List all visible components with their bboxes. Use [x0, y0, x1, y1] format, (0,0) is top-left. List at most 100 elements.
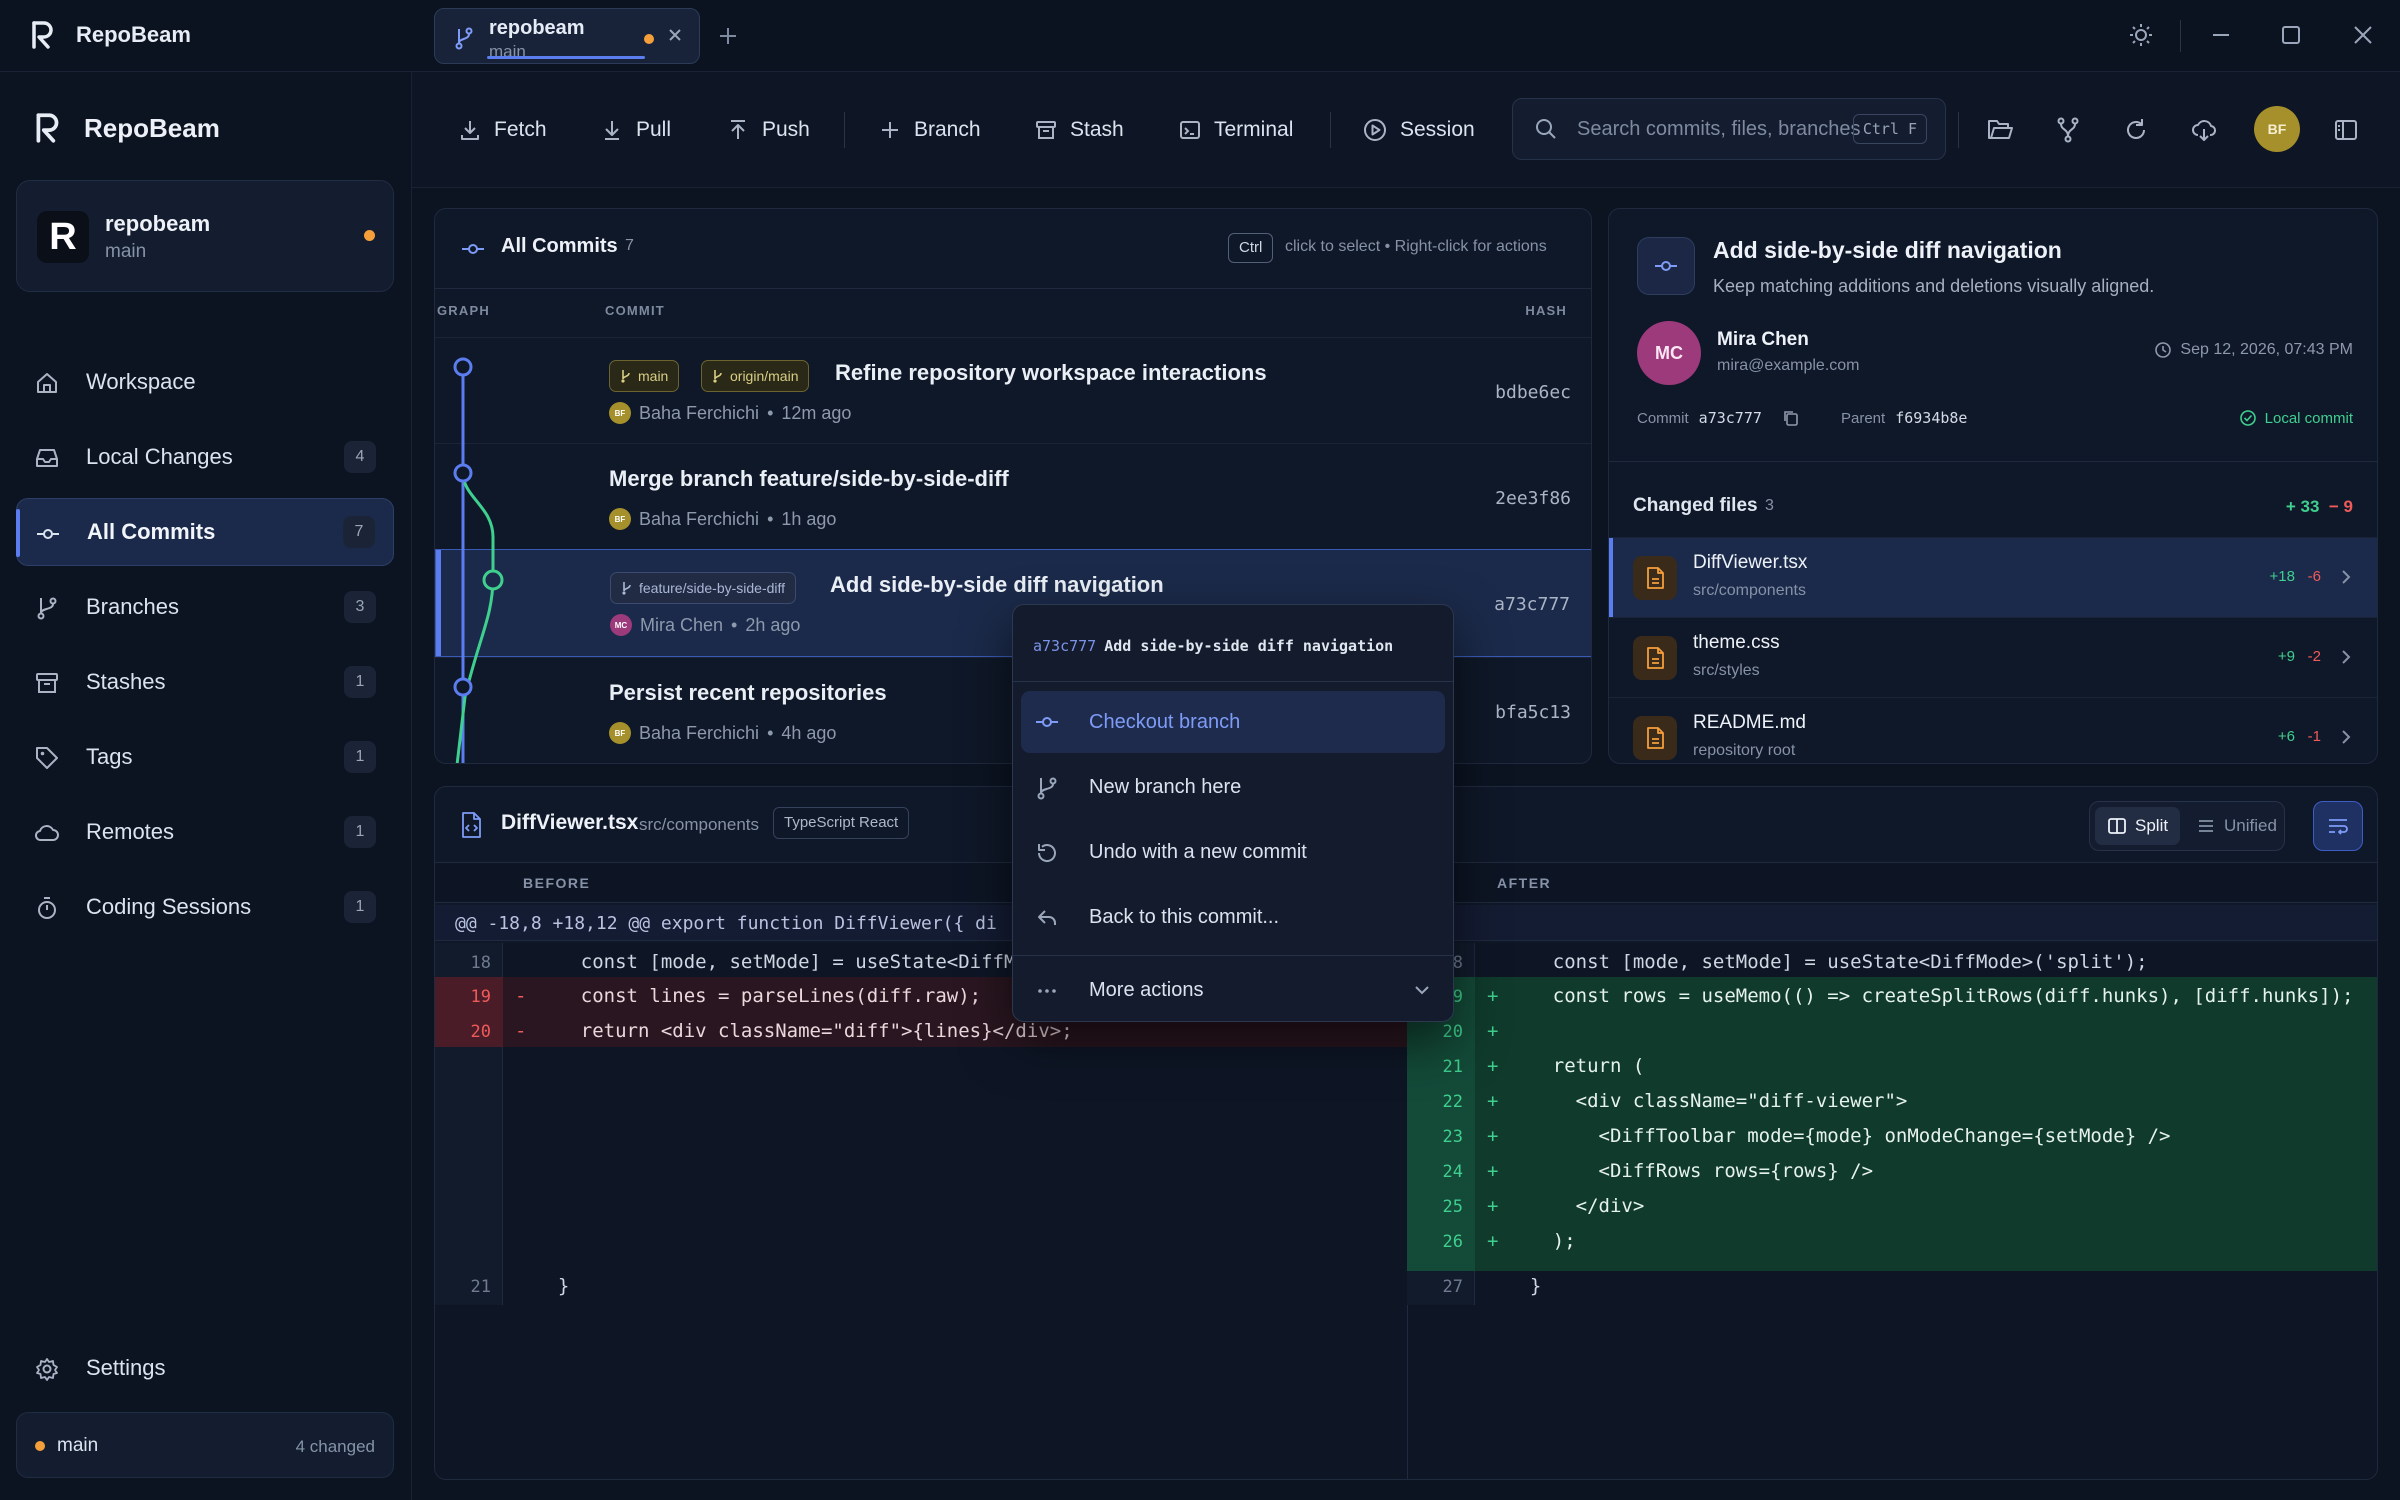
file-deletions: -6 [2307, 568, 2321, 585]
before-label: BEFORE [523, 875, 591, 891]
sidebar-item-local-changes[interactable]: Local Changes 4 [16, 423, 394, 491]
sidebar-item-coding-sessions[interactable]: Coding Sessions 1 [16, 873, 394, 941]
status-branch: main [57, 1435, 99, 1456]
count-badge: 7 [343, 516, 375, 548]
terminal-button[interactable]: Terminal [1178, 110, 1293, 150]
ref-badge-main[interactable]: main [609, 360, 680, 392]
merge-icon[interactable] [2054, 116, 2082, 144]
branch-status[interactable]: main 4 changed [16, 1412, 394, 1478]
split-view-button[interactable]: Split [2095, 807, 2181, 845]
close-tab-icon[interactable] [667, 27, 683, 43]
commit-row[interactable]: main origin/main Refine repository works… [435, 337, 1591, 443]
details-title: Add side-by-side diff navigation [1713, 237, 2062, 263]
close-window-icon[interactable] [2350, 22, 2376, 48]
file-additions: +9 [2277, 648, 2295, 665]
sidebar-item-stashes[interactable]: Stashes 1 [16, 648, 394, 716]
user-avatar[interactable]: BF [2254, 106, 2300, 152]
arrow-up-icon [731, 120, 745, 139]
refresh-icon[interactable] [2122, 116, 2150, 144]
commit-author: Mira Chen [640, 614, 724, 635]
file-icon-box [1633, 716, 1677, 760]
author-name: Mira Chen [1717, 329, 1809, 350]
selection-hint: click to select • Right-click for action… [1285, 238, 1547, 255]
divider [1609, 461, 2377, 462]
context-menu-header: a73c777 Add side-by-side diff navigation [1033, 637, 1393, 655]
commit-row[interactable]: Merge branch feature/side-by-side-diff B… [435, 443, 1591, 549]
pull-button[interactable]: Pull [600, 110, 671, 150]
menu-item-new-branch[interactable]: New branch here [1021, 756, 1445, 818]
reply-icon [1038, 910, 1056, 925]
minimize-icon[interactable] [2208, 22, 2234, 48]
fetch-button[interactable]: Fetch [458, 110, 547, 150]
line-number: 18 [470, 953, 491, 973]
commit-time: 4h ago [781, 722, 837, 743]
commit-hash-value: a73c777 [1698, 409, 1762, 427]
view-mode-toggle: Split Unified [2089, 801, 2285, 851]
push-button[interactable]: Push [726, 110, 810, 150]
file-additions: +6 [2277, 728, 2295, 745]
file-icon [1647, 727, 1664, 749]
diff-marker: + [1487, 1230, 1499, 1252]
repo-switcher[interactable]: R repobeam main [16, 180, 394, 292]
sidebar-item-remotes[interactable]: Remotes 1 [16, 798, 394, 866]
cloud-download-icon[interactable] [2190, 116, 2218, 144]
repobeam-logo-icon [36, 113, 59, 143]
sidebar-item-label: Local Changes [86, 444, 233, 469]
context-menu: a73c777 Add side-by-side diff navigation … [1012, 604, 1454, 1022]
commit-hash: 2ee3f86 [1495, 488, 1571, 509]
line-number: 21 [1442, 1057, 1463, 1077]
commit-author: Baha Ferchichi [639, 402, 760, 423]
file-row-selected[interactable]: DiffViewer.tsx src/components +18 -6 [1609, 537, 2377, 617]
menu-item-back-to-commit[interactable]: Back to this commit... [1021, 886, 1445, 948]
file-deletions: -2 [2307, 648, 2321, 665]
sidebar-item-label: Coding Sessions [86, 894, 252, 919]
author-avatar: BF [609, 508, 631, 530]
search-input[interactable]: Search commits, files, branches Ctrl F [1512, 98, 1946, 160]
sidebar-item-branches[interactable]: Branches 3 [16, 573, 394, 641]
folder-open-icon[interactable] [1986, 116, 2014, 144]
commit-hash-field: Commit a73c777 [1637, 409, 1800, 427]
repo-avatar: R [37, 211, 89, 263]
ref-badge-feature[interactable]: feature/side-by-side-diff [610, 572, 797, 604]
title-bar: RepoBeam repobeam main [0, 0, 2400, 72]
copy-icon[interactable] [1782, 409, 1800, 427]
context-hash: a73c777 [1033, 637, 1097, 655]
commit-icon [1655, 261, 1677, 271]
arrow-down-icon [605, 121, 619, 140]
sidebar: RepoBeam R repobeam main Workspace Local… [0, 72, 412, 1500]
unified-view-button[interactable]: Unified [2184, 807, 2289, 845]
word-wrap-button[interactable] [2313, 801, 2363, 851]
commit-meta: BF Baha Ferchichi • 4h ago [609, 722, 836, 744]
maximize-icon[interactable] [2278, 22, 2304, 48]
file-name: DiffViewer.tsx [1693, 552, 1808, 573]
ref-label: main [638, 368, 669, 384]
sidebar-item-all-commits[interactable]: All Commits 7 [16, 498, 394, 566]
code-text: ); [1507, 1230, 1576, 1252]
menu-item-undo-commit[interactable]: Undo with a new commit [1021, 821, 1445, 883]
diff-marker: + [1487, 1125, 1499, 1147]
plus-icon [882, 122, 898, 138]
new-tab-icon[interactable] [718, 26, 738, 46]
theme-toggle-icon[interactable] [2128, 22, 2154, 48]
stash-button[interactable]: Stash [1034, 110, 1124, 150]
menu-item-checkout-branch[interactable]: Checkout branch [1021, 691, 1445, 753]
menu-item-more-actions[interactable]: More actions [1021, 959, 1445, 1021]
sidebar-item-workspace[interactable]: Workspace [16, 348, 394, 416]
home-icon [37, 373, 57, 393]
ref-badge-origin-main[interactable]: origin/main [701, 360, 810, 392]
repo-tab[interactable]: repobeam main [434, 8, 700, 64]
session-button[interactable]: Session [1362, 110, 1475, 150]
line-number: 25 [1442, 1197, 1463, 1217]
branch-icon [1037, 777, 1057, 800]
commit-meta: BF Baha Ferchichi • 12m ago [609, 402, 851, 424]
commit-meta: BF Baha Ferchichi • 1h ago [609, 508, 836, 530]
branch-button[interactable]: Branch [878, 110, 981, 150]
file-row[interactable]: theme.css src/styles +9 -2 [1609, 617, 2377, 697]
sidebar-item-tags[interactable]: Tags 1 [16, 723, 394, 791]
panel-toggle-icon[interactable] [2332, 116, 2360, 144]
file-path: src/styles [1693, 662, 1760, 679]
file-row[interactable]: README.md repository root +6 -1 [1609, 697, 2377, 763]
sidebar-item-settings[interactable]: Settings [16, 1334, 394, 1402]
push-label: Push [762, 118, 810, 141]
parent-hash-value[interactable]: f6934b8e [1895, 409, 1967, 427]
